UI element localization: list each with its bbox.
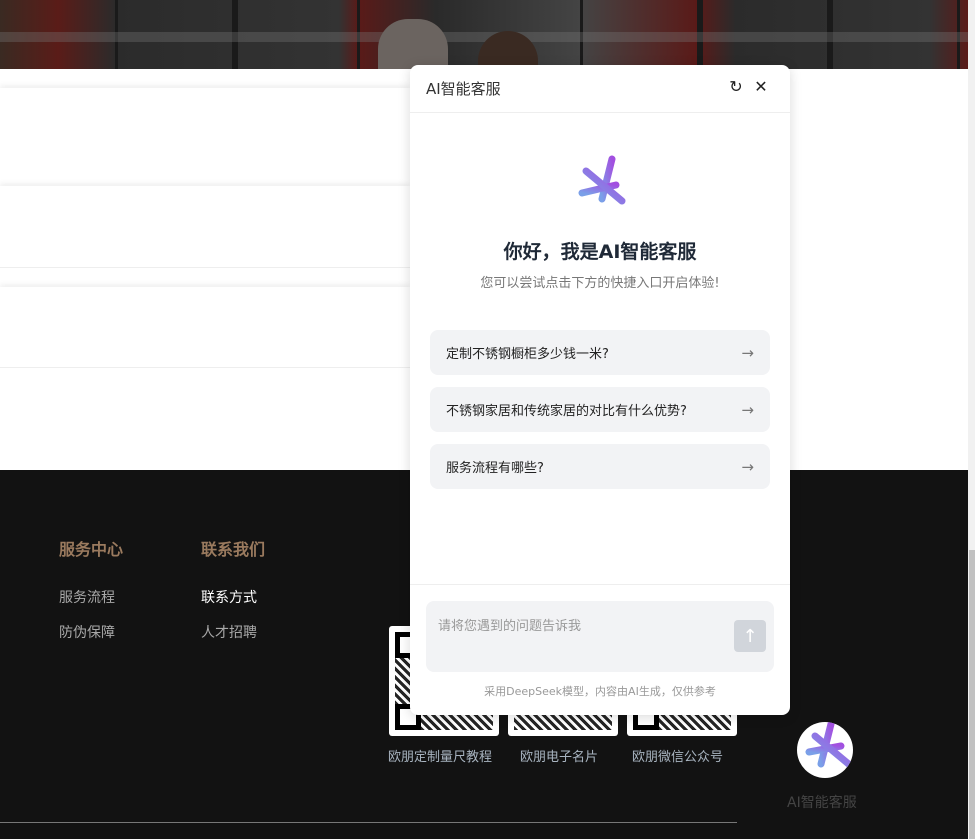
divider: [0, 367, 410, 368]
qr-label: 欧朋电子名片: [520, 750, 599, 765]
ai-chat-panel: AI智能客服 ↻ ✕ 你好，我是AI智能客服 您可以尝试点击下方的快捷入口开启体…: [410, 65, 790, 715]
footer-link-service-process[interactable]: 服务流程: [59, 587, 115, 607]
footer-link-contact[interactable]: 联系方式: [201, 587, 257, 607]
refresh-icon[interactable]: ↻: [726, 77, 746, 96]
quick-question-text: 服务流程有哪些?: [446, 461, 544, 476]
ai-assistant-label[interactable]: AI智能客服: [787, 792, 857, 812]
send-button[interactable]: ↑: [734, 620, 766, 652]
chat-subtitle: 您可以尝试点击下方的快捷入口开启体验!: [480, 276, 720, 291]
ai-logo-icon: [805, 722, 853, 770]
chat-greeting: 你好，我是AI智能客服: [503, 241, 697, 263]
footer-link-anti-counterfeit[interactable]: 防伪保障: [59, 622, 115, 642]
arrow-right-icon: →: [741, 400, 754, 419]
footer-divider: [0, 822, 737, 823]
ai-assistant-float-button[interactable]: [797, 722, 853, 778]
ai-disclaimer: 采用DeepSeek模型，内容由AI生成，仅供参考: [484, 685, 716, 698]
arrow-right-icon: →: [741, 343, 754, 362]
arrow-up-icon: ↑: [742, 625, 758, 647]
content-card: [0, 186, 410, 267]
qr-label: 欧朋微信公众号: [632, 750, 724, 765]
chat-message-input[interactable]: [426, 601, 774, 672]
footer-column-title: 服务中心: [59, 540, 124, 559]
divider: [0, 267, 410, 268]
scrollbar[interactable]: [968, 0, 975, 839]
content-card: [0, 88, 410, 184]
scrollbar-thumb[interactable]: [969, 550, 975, 839]
arrow-right-icon: →: [741, 457, 754, 476]
content-card: [0, 287, 410, 367]
quick-question-button[interactable]: 不锈钢家居和传统家居的对比有什么优势? →: [430, 387, 770, 432]
footer-link-careers[interactable]: 人才招聘: [201, 622, 257, 642]
chat-header: AI智能客服 ↻ ✕: [410, 65, 790, 113]
footer-column-title: 联系我们: [201, 540, 266, 559]
banner-image: [0, 0, 968, 69]
quick-question-button[interactable]: 服务流程有哪些? →: [430, 444, 770, 489]
quick-question-text: 不锈钢家居和传统家居的对比有什么优势?: [446, 404, 687, 419]
qr-label: 欧朋定制量尺教程: [388, 750, 493, 765]
close-icon[interactable]: ✕: [751, 77, 771, 96]
chat-title: AI智能客服: [426, 80, 501, 98]
ai-logo-icon: [578, 155, 626, 205]
chat-footer-divider: [410, 584, 790, 585]
quick-question-text: 定制不锈钢橱柜多少钱一米?: [446, 347, 609, 362]
quick-question-button[interactable]: 定制不锈钢橱柜多少钱一米? →: [430, 330, 770, 375]
